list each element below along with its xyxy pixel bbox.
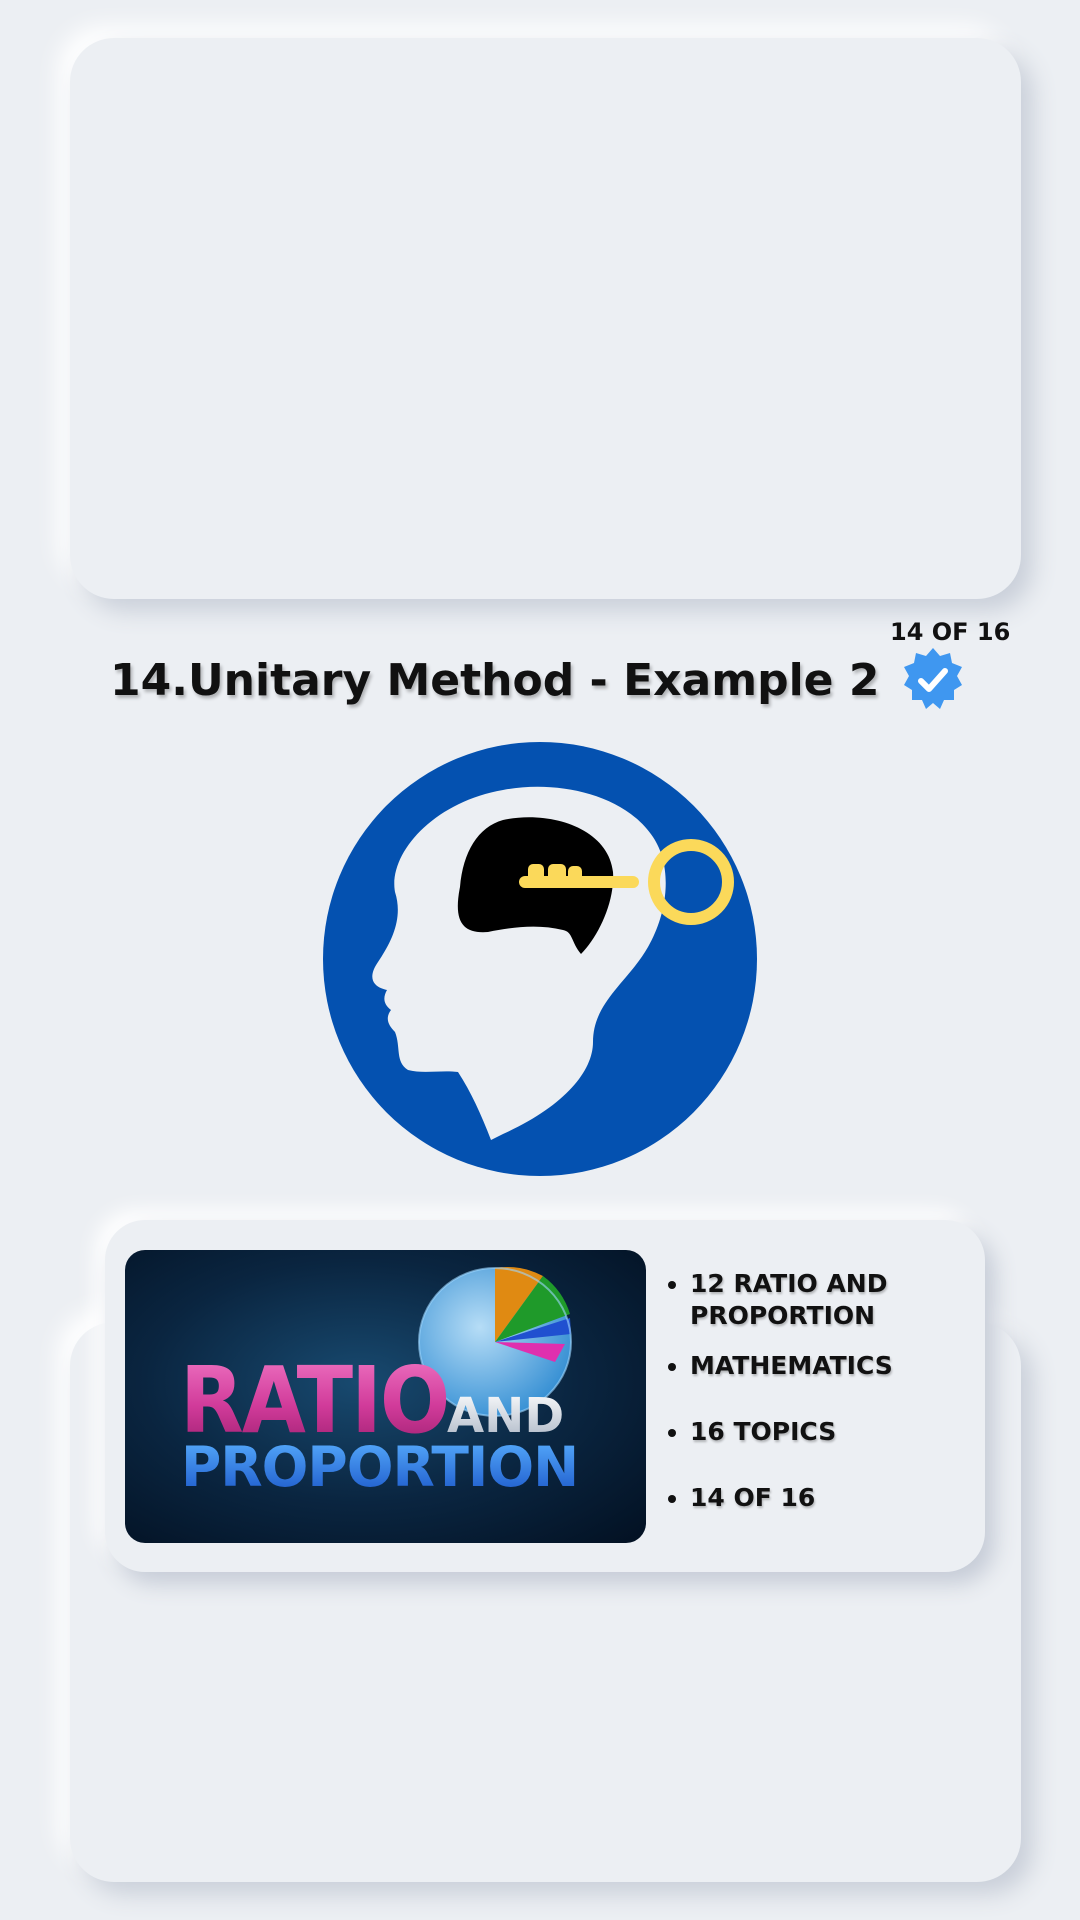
- page-title: 14.Unitary Method - Example 2: [110, 654, 880, 706]
- banner-word-proportion: PROPORTION: [181, 1435, 578, 1499]
- course-info-card[interactable]: RATIO AND PROPORTION 12 RATIO AND PROPOR…: [105, 1220, 985, 1572]
- lesson-progress: 14 OF 16: [890, 618, 1011, 646]
- course-banner-image: RATIO AND PROPORTION: [125, 1250, 646, 1543]
- meta-topic-count: 16 TOPICS: [690, 1416, 1000, 1448]
- meta-subject: MATHEMATICS: [690, 1350, 1000, 1382]
- meta-course-name: 12 RATIO AND PROPORTION: [690, 1268, 1000, 1332]
- media-placeholder-card: [70, 38, 1021, 599]
- course-meta-list: 12 RATIO AND PROPORTION MATHEMATICS 16 T…: [660, 1268, 1000, 1514]
- meta-progress: 14 OF 16: [690, 1482, 1000, 1514]
- title-row: 14.Unitary Method - Example 2: [110, 648, 967, 712]
- verified-badge-icon: [899, 646, 967, 714]
- head-key-icon: [323, 742, 757, 1176]
